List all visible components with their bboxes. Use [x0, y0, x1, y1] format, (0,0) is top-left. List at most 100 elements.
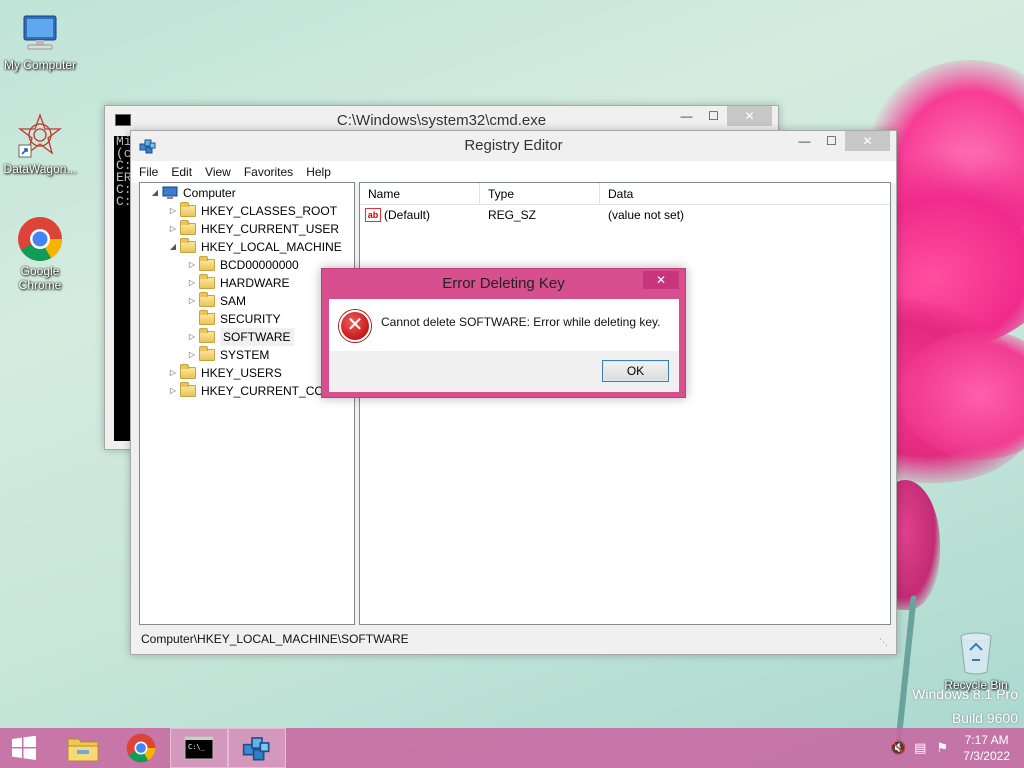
value-name: (Default) — [384, 208, 431, 222]
menu-view[interactable]: View — [205, 165, 231, 179]
tree-item-label-selected: SOFTWARE — [220, 328, 294, 346]
value-type: REG_SZ — [488, 208, 537, 222]
cmd-title: C:\Windows\system32\cmd.exe — [336, 112, 547, 129]
folder-icon — [180, 220, 196, 235]
close-button[interactable]: ✕ — [845, 131, 890, 151]
tree-item-software[interactable]: ▷ SOFTWARE — [187, 328, 294, 346]
tree-item-sam[interactable]: ▷ SAM — [187, 292, 246, 310]
expand-icon[interactable]: ▷ — [168, 382, 178, 400]
desktop-icon-recycle-bin[interactable]: Recycle Bin — [936, 630, 1016, 692]
desktop-icon-label: DataWagon... — [3, 162, 77, 176]
tree-item-hkey-current-config[interactable]: ▷ HKEY_CURRENT_CONF — [168, 382, 340, 400]
expand-icon[interactable]: ▷ — [168, 202, 178, 220]
collapse-icon[interactable]: ◢ — [168, 238, 178, 256]
system-tray: 🔇 ▤ ⚑ 7:17 AM 7/3/2022 — [887, 728, 1024, 768]
expand-icon[interactable]: ▷ — [187, 292, 197, 310]
column-header-name[interactable]: Name — [360, 183, 480, 204]
registry-tree[interactable]: ◢ Computer ▷ HKEY_CLASSES_ROOT ▷ HKEY_CU… — [139, 182, 355, 625]
folder-icon — [180, 364, 196, 379]
collapse-icon[interactable]: ◢ — [150, 184, 160, 202]
folder-icon — [180, 202, 196, 217]
tree-item-label: HARDWARE — [220, 276, 290, 290]
windows-build-watermark: Build 9600 — [951, 710, 1018, 726]
regedit-icon — [139, 139, 156, 154]
maximize-button[interactable]: ☐ — [818, 131, 845, 151]
desktop-icon-chrome[interactable]: Google Chrome — [0, 216, 80, 292]
expand-icon[interactable]: ▷ — [187, 346, 197, 364]
tree-item-label: BCD00000000 — [220, 258, 299, 272]
wallpaper-stem — [895, 595, 917, 745]
column-header-data[interactable]: Data — [600, 183, 890, 204]
minimize-button[interactable]: — — [791, 131, 818, 151]
tree-item-label: HKEY_USERS — [201, 366, 282, 380]
expand-icon[interactable]: ▷ — [187, 328, 197, 346]
taskbar-chrome[interactable] — [112, 728, 170, 768]
ok-button[interactable]: OK — [602, 360, 669, 382]
dialog-footer: OK — [329, 351, 679, 392]
close-button[interactable]: ✕ — [727, 106, 772, 126]
start-button[interactable] — [0, 728, 48, 768]
dialog-body: ✕ Cannot delete SOFTWARE: Error while de… — [329, 299, 679, 351]
tree-item-hkey-classes-root[interactable]: ▷ HKEY_CLASSES_ROOT — [168, 202, 337, 220]
tree-item-hkey-current-user[interactable]: ▷ HKEY_CURRENT_USER — [168, 220, 339, 238]
regedit-icon — [242, 737, 270, 761]
value-data: (value not set) — [608, 208, 685, 222]
status-bar: Computer\HKEY_LOCAL_MACHINE\SOFTWARE — [141, 632, 409, 646]
menu-help[interactable]: Help — [306, 165, 331, 179]
tree-item-bcd[interactable]: ▷ BCD00000000 — [187, 256, 299, 274]
taskbar: C:\_ 🔇 ▤ ⚑ 7:17 AM 7/3/2022 — [0, 728, 1024, 768]
error-icon: ✕ — [339, 310, 371, 342]
expand-icon[interactable]: ▷ — [168, 220, 178, 238]
tree-item-hkey-local-machine[interactable]: ◢ HKEY_LOCAL_MACHINE — [168, 238, 342, 256]
network-icon[interactable]: ▤ — [909, 740, 931, 756]
expand-icon[interactable]: ▷ — [187, 274, 197, 292]
cmd-icon: C:\_ — [184, 736, 214, 760]
computer-icon — [162, 186, 178, 199]
folder-icon — [199, 346, 215, 361]
my-computer-icon — [23, 15, 57, 50]
folder-icon — [199, 256, 215, 271]
chrome-icon — [126, 733, 156, 763]
tree-item-label: HKEY_CURRENT_USER — [201, 222, 340, 236]
tree-item-hkey-users[interactable]: ▷ HKEY_USERS — [168, 364, 282, 382]
tree-item-label: Computer — [183, 186, 236, 200]
values-list[interactable]: Name Type Data ab (Default) REG_SZ (valu… — [359, 182, 891, 625]
maximize-button[interactable]: ☐ — [700, 106, 727, 126]
windows-edition-watermark: Windows 8.1 Pro — [912, 686, 1018, 702]
menu-edit[interactable]: Edit — [171, 165, 192, 179]
file-explorer-icon — [67, 738, 99, 762]
resize-grip-icon[interactable]: ⋱ — [879, 637, 888, 648]
dialog-titlebar[interactable]: Error Deleting Key ✕ — [322, 269, 685, 299]
taskbar-file-explorer[interactable] — [54, 728, 112, 768]
tree-item-computer[interactable]: ◢ Computer — [150, 184, 236, 202]
desktop-icon-my-computer[interactable]: My Computer — [0, 12, 80, 72]
clock[interactable]: 7:17 AM 7/3/2022 — [953, 732, 1024, 764]
recycle-bin-icon — [960, 632, 992, 675]
dialog-title: Error Deleting Key — [442, 275, 565, 292]
volume-muted-icon[interactable]: 🔇 — [887, 740, 909, 756]
error-dialog[interactable]: Error Deleting Key ✕ ✕ Cannot delete SOF… — [321, 268, 686, 398]
tree-item-system[interactable]: ▷ SYSTEM — [187, 346, 269, 364]
tree-item-label: SAM — [220, 294, 247, 308]
menu-favorites[interactable]: Favorites — [244, 165, 293, 179]
minimize-button[interactable]: — — [673, 106, 700, 126]
expand-icon[interactable]: ▷ — [168, 364, 178, 382]
dialog-message: Cannot delete SOFTWARE: Error while dele… — [381, 315, 661, 329]
taskbar-regedit[interactable] — [228, 728, 286, 768]
expand-icon[interactable]: ▷ — [187, 256, 197, 274]
column-header-type[interactable]: Type — [480, 183, 600, 204]
tree-item-hardware[interactable]: ▷ HARDWARE — [187, 274, 290, 292]
folder-icon — [199, 292, 215, 307]
string-value-icon: ab — [365, 208, 381, 222]
action-center-flag-icon[interactable]: ⚑ — [931, 740, 953, 756]
tree-item-label: HKEY_CURRENT_CONF — [201, 384, 340, 398]
folder-icon — [199, 310, 215, 325]
list-row[interactable]: ab (Default) REG_SZ (value not set) — [360, 205, 890, 225]
svg-text:C:\_: C:\_ — [188, 743, 206, 751]
desktop-icon-datawagon[interactable]: DataWagon... — [0, 112, 80, 176]
taskbar-cmd[interactable]: C:\_ — [170, 728, 228, 768]
menu-file[interactable]: File — [139, 165, 158, 179]
tree-item-security[interactable]: SECURITY — [187, 310, 281, 328]
dialog-close-button[interactable]: ✕ — [643, 271, 679, 289]
regedit-titlebar[interactable]: Registry Editor — ☐ ✕ — [131, 131, 896, 161]
